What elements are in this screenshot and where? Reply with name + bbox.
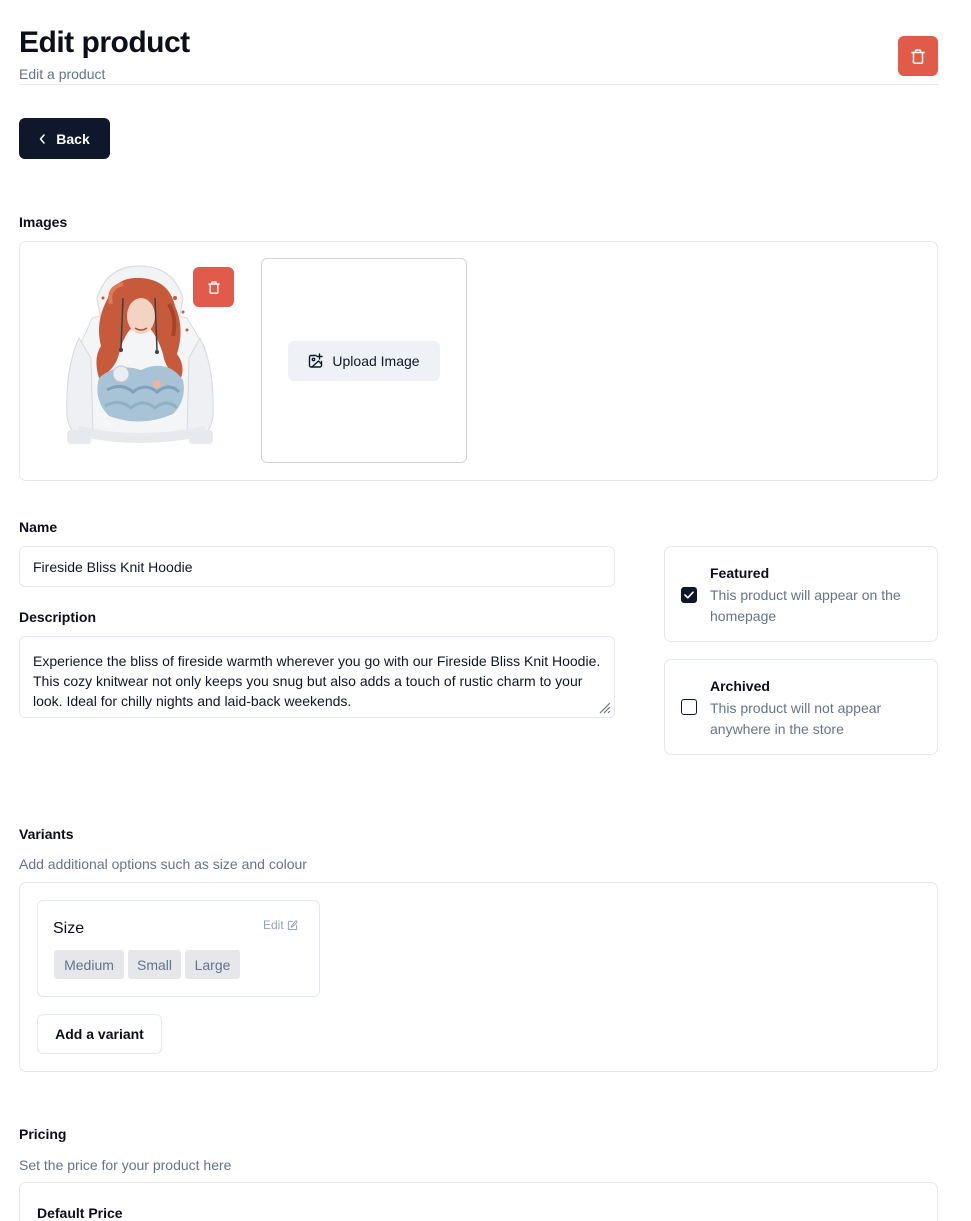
back-button[interactable]: Back: [19, 118, 110, 159]
header-divider: [19, 84, 938, 85]
archived-title: Archived: [710, 678, 770, 694]
pricing-description: Set the price for your product here: [19, 1157, 232, 1173]
upload-image-button[interactable]: Upload Image: [288, 341, 440, 381]
name-label: Name: [19, 519, 58, 535]
edit-variant-button[interactable]: Edit: [263, 918, 298, 932]
featured-title: Featured: [710, 565, 770, 581]
resize-handle-icon[interactable]: [597, 700, 611, 714]
image-plus-icon: [309, 353, 324, 368]
variants-label: Variants: [19, 826, 74, 842]
archived-checkbox[interactable]: [681, 699, 697, 715]
pricing-label: Pricing: [19, 1126, 67, 1142]
back-button-label: Back: [56, 130, 90, 147]
pricing-panel: [19, 1182, 938, 1221]
page-title: Edit product: [19, 26, 190, 59]
default-price-label: Default Price: [37, 1205, 123, 1221]
trash-icon: [911, 48, 925, 64]
chevron-left-icon: [40, 133, 46, 144]
featured-description: This product will appear on the homepage: [710, 587, 901, 624]
featured-checkbox[interactable]: [681, 587, 697, 603]
check-icon: [684, 591, 694, 599]
name-input[interactable]: Fireside Bliss Knit Hoodie: [19, 546, 615, 587]
name-input-value: Fireside Bliss Knit Hoodie: [33, 558, 193, 575]
add-variant-button[interactable]: Add a variant: [37, 1014, 162, 1054]
archived-description: This product will not appear anywhere in…: [710, 700, 882, 737]
images-label: Images: [19, 214, 68, 230]
trash-icon: [207, 280, 220, 294]
description-label: Description: [19, 609, 97, 625]
delete-image-button[interactable]: [193, 267, 234, 307]
edit-icon: [287, 919, 298, 930]
variant-option-chip: Small: [128, 950, 181, 979]
delete-product-button[interactable]: [898, 36, 938, 76]
variants-description: Add additional options such as size and …: [19, 856, 307, 872]
variant-option-chip: Large: [185, 950, 240, 979]
variant-name: Size: [53, 920, 85, 937]
upload-image-label: Upload Image: [332, 353, 420, 369]
description-textarea[interactable]: Experience the bliss of fireside warmth …: [19, 636, 615, 718]
edit-variant-label: Edit: [263, 918, 284, 932]
variant-card: [37, 900, 320, 997]
variant-option-chip: Medium: [54, 950, 124, 979]
page-subtitle: Edit a product: [19, 66, 106, 82]
